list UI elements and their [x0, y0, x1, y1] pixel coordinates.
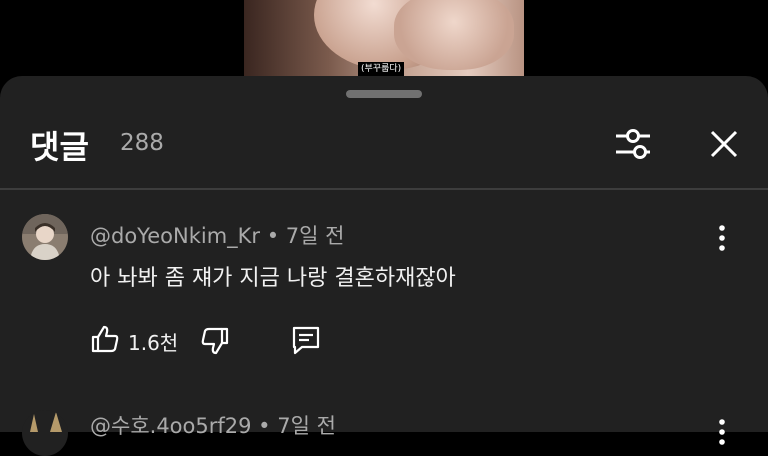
comment-time: • 7일 전	[266, 224, 345, 248]
close-icon[interactable]	[704, 124, 744, 164]
dislike-icon[interactable]	[198, 324, 232, 358]
filter-sliders-icon[interactable]	[610, 124, 656, 164]
reply-icon[interactable]	[288, 322, 324, 358]
drag-handle[interactable]	[346, 90, 422, 98]
comment-author[interactable]: @doYeoNkim_Kr	[90, 224, 260, 248]
comment-author[interactable]: @수호.4oo5rf29	[90, 414, 251, 438]
like-icon[interactable]	[88, 322, 122, 356]
more-options-icon[interactable]	[716, 224, 728, 252]
like-count: 1.6천	[128, 331, 179, 355]
comment-time: • 7일 전	[258, 414, 336, 438]
comments-title: 댓글	[30, 128, 89, 166]
comment-meta: @수호.4oo5rf29 • 7일 전	[90, 410, 336, 440]
more-options-icon[interactable]	[716, 418, 728, 446]
comment-text: 아 놔봐 좀 쟤가 지금 나랑 결혼하재잖아	[90, 266, 456, 291]
header-divider	[0, 188, 768, 190]
avatar[interactable]	[22, 214, 68, 260]
comments-count: 288	[120, 130, 164, 156]
video-player[interactable]: (부꾸룹다)	[0, 0, 768, 78]
avatar[interactable]	[22, 410, 68, 456]
video-caption: (부꾸룹다)	[358, 62, 405, 76]
comment-meta: @doYeoNkim_Kr • 7일 전	[90, 220, 345, 250]
